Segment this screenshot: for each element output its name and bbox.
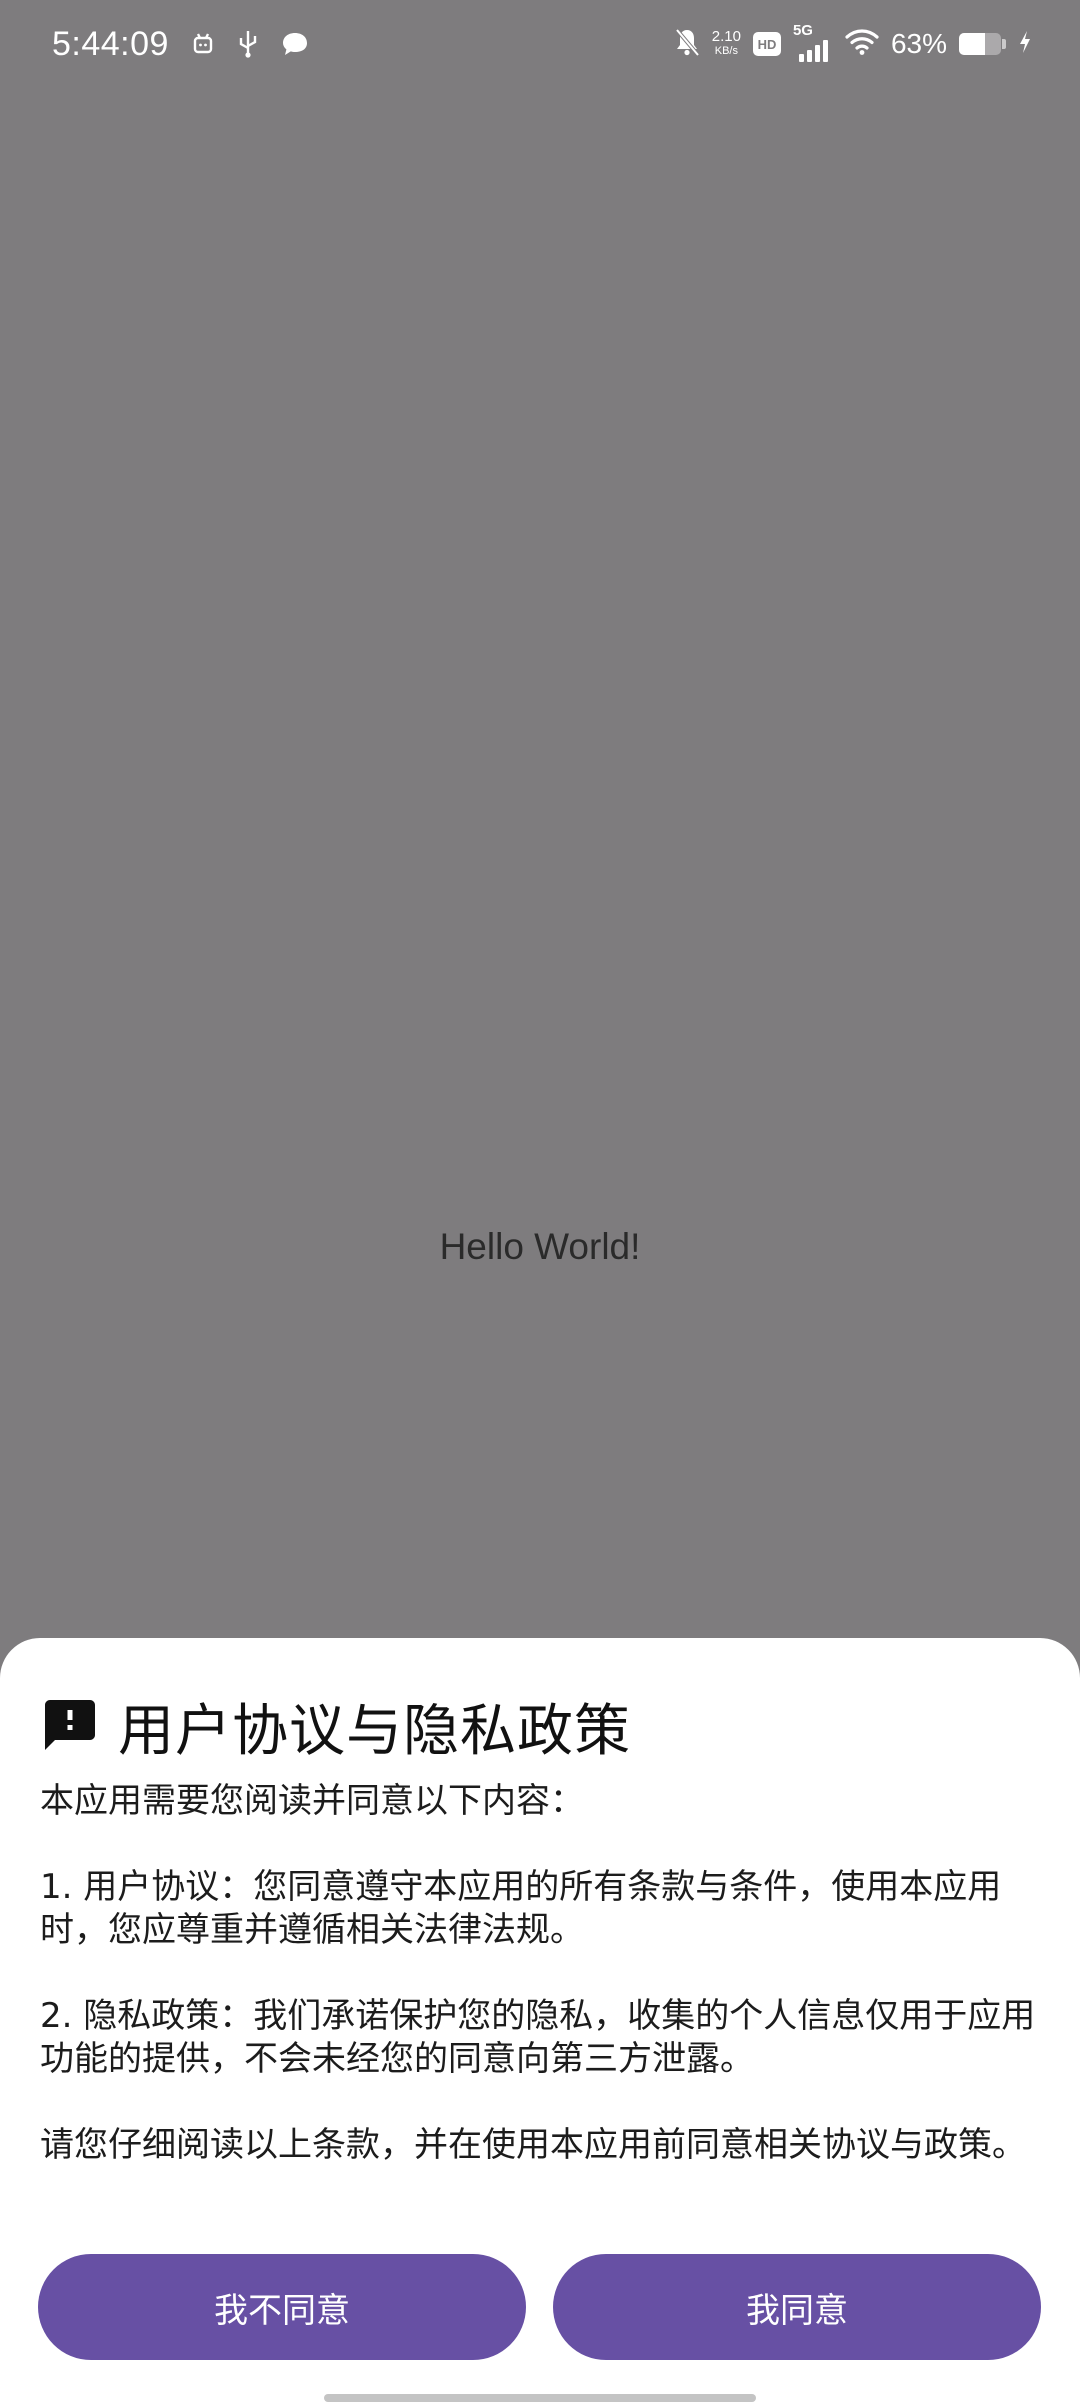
sheet-title: 用户协议与隐私政策 [118, 1699, 631, 1764]
status-bar: 5:44:09 2.10 KB/s HD 5G 63% [0, 0, 1080, 88]
privacy-policy-item: 2. 隐私政策：我们承诺保护您的隐私，收集的个人信息仅用于应用功能的提供，不会未… [40, 1996, 1036, 2079]
hd-badge: HD [752, 32, 781, 56]
disagree-button[interactable]: 我不同意 [38, 2254, 526, 2360]
alarm-icon [191, 32, 215, 56]
privacy-agreement-sheet: 用户协议与隐私政策 本应用需要您阅读并同意以下内容： 1. 用户协议：您同意遵守… [0, 1638, 1080, 2408]
status-time: 5:44:09 [52, 24, 169, 63]
feedback-alert-icon [40, 1695, 100, 1759]
hello-world-text: Hello World! [439, 1226, 641, 1267]
sheet-header: 用户协议与隐私政策 [40, 1686, 631, 1767]
status-bar-right: 2.10 KB/s HD 5G 63% [662, 22, 1032, 66]
sheet-body: 本应用需要您阅读并同意以下内容： 1. 用户协议：您同意遵守本应用的所有条款与条… [40, 1780, 1040, 2210]
battery-body [959, 33, 1001, 55]
battery-icon [959, 33, 1006, 55]
closing-note: 请您仔细阅读以上条款，并在使用本应用前同意相关协议与政策。 [40, 2125, 1026, 2165]
agree-button[interactable]: 我同意 [553, 2254, 1041, 2360]
charging-bolt-icon [1018, 30, 1032, 58]
home-indicator[interactable] [324, 2394, 756, 2402]
battery-fill [959, 33, 986, 55]
net-speed-unit: KB/s [714, 45, 738, 57]
hd-label: HD [757, 36, 777, 52]
chat-bubble-icon [281, 31, 309, 57]
sheet-intro: 本应用需要您阅读并同意以下内容： [40, 1781, 584, 1821]
signal-icon: 5G [793, 22, 833, 64]
wifi-icon [845, 28, 879, 60]
bell-off-icon [674, 27, 700, 61]
usb-icon [237, 29, 259, 59]
net-speed-value: 2.10 [711, 28, 741, 45]
status-bar-left: 5:44:09 [52, 20, 309, 68]
battery-cap [1002, 39, 1006, 49]
battery-percent: 63% [890, 28, 947, 59]
user-agreement-item: 1. 用户协议：您同意遵守本应用的所有条款与条件，使用本应用时，您应尊重并遵循相… [40, 1867, 1002, 1950]
net-speed: 2.10 KB/s [711, 28, 741, 58]
